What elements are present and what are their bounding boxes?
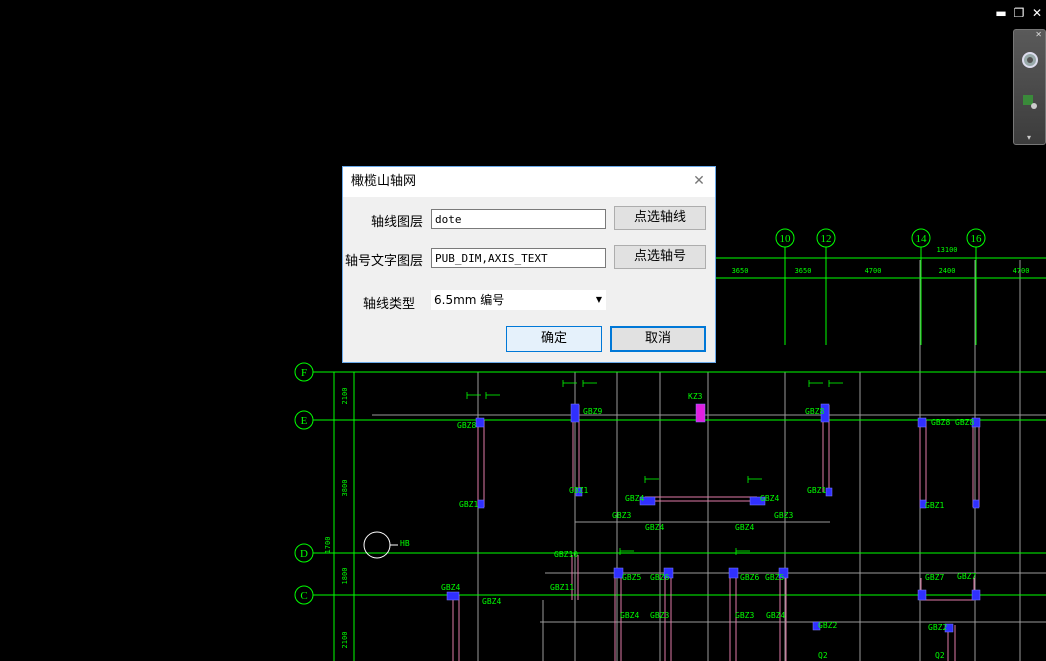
axis-number: 12	[821, 233, 832, 245]
dimension-text: 3650	[795, 267, 812, 275]
axis-type-value: 6.5mm 编号	[434, 293, 505, 307]
column-tag: GBZ4	[620, 611, 639, 620]
dimension-text: 2400	[939, 267, 956, 275]
axis-letter: E	[301, 415, 308, 427]
axis-type-select[interactable]: 6.5mm 编号 ▼	[431, 290, 606, 310]
column-block	[728, 567, 739, 579]
navbar-close-icon[interactable]: ✕	[1035, 30, 1042, 39]
dimension-text: 3650	[732, 267, 749, 275]
column-tag: GBZ3	[735, 611, 754, 620]
restore-icon[interactable]: ❐	[1012, 6, 1026, 20]
axis-number: 14	[916, 233, 928, 245]
column-tag: GBZ10	[554, 550, 578, 559]
column-tag: GBZ4	[760, 494, 779, 503]
axis-number: 16	[971, 233, 983, 245]
minimize-icon[interactable]: ▬	[994, 6, 1008, 20]
cancel-button[interactable]: 取消	[610, 326, 706, 352]
axis-letter: F	[301, 367, 307, 379]
column-block	[917, 417, 927, 428]
column-tag: GBZ1	[807, 486, 826, 495]
axis-layer-label: 轴线图层	[370, 215, 423, 230]
column-tag: GBZ1	[569, 486, 588, 495]
column-block	[825, 487, 833, 497]
column-tag: GBZ8	[955, 418, 974, 427]
column-block	[971, 589, 981, 601]
column-tag: Q2	[935, 651, 945, 660]
pan-icon[interactable]	[1020, 92, 1040, 112]
column-block	[972, 499, 980, 509]
marker-label: HB	[400, 539, 410, 548]
navbar-menu-icon[interactable]: ▾	[1027, 133, 1031, 142]
close-icon[interactable]: ✕	[1030, 6, 1044, 20]
column-block	[477, 499, 485, 509]
axis-letter: C	[300, 590, 307, 602]
column-tag: GBZ1	[925, 501, 944, 510]
column-block	[446, 591, 460, 601]
pick-number-button[interactable]: 点选轴号	[614, 245, 706, 269]
column-block	[695, 403, 706, 423]
column-tag: GBZ5	[765, 573, 784, 582]
column-tag: GBZ5	[622, 573, 641, 582]
dialog-title-bar[interactable]: 橄榄山轴网	[343, 167, 715, 197]
column-block	[917, 589, 927, 601]
text-layer-input[interactable]: PUB_DIM,AXIS_TEXT	[431, 248, 606, 268]
column-tag: GBZ6	[740, 573, 759, 582]
column-block	[570, 403, 580, 423]
dimension-text: 4700	[1013, 267, 1030, 275]
column-tag: GBZ2	[818, 621, 837, 630]
column-tag: GBZ4	[482, 597, 501, 606]
dimension-text: 2100	[341, 632, 349, 649]
column-tag: GBZ2	[928, 623, 947, 632]
chevron-down-icon[interactable]: ▼	[596, 290, 602, 310]
column-tag: GBZ9	[583, 407, 602, 416]
text-layer-label: 轴号文字图层	[344, 254, 423, 269]
column-tag: GBZ4	[645, 523, 664, 532]
axis-number: 10	[780, 233, 792, 245]
column-tag: Q2	[818, 651, 828, 660]
column-tag: GBZ11	[550, 583, 574, 592]
axis-layer-input[interactable]: dote	[431, 209, 606, 229]
dimension-text: 4700	[865, 267, 882, 275]
dimension-text: 1700	[324, 537, 332, 554]
dimension-text: 13100	[936, 246, 957, 254]
dimension-text: 2100	[341, 388, 349, 405]
column-tag: GBZ4	[625, 494, 644, 503]
dimension-text: 3800	[341, 480, 349, 497]
column-tag: GBZ3	[774, 511, 793, 520]
dialog-title: 橄榄山轴网	[351, 174, 417, 189]
column-tag: GBZ6	[650, 573, 669, 582]
column-tag: GBZ3	[612, 511, 631, 520]
dialog-close-icon[interactable]: ✕	[691, 173, 707, 189]
pick-axis-button[interactable]: 点选轴线	[614, 206, 706, 230]
column-tag: KZ3	[688, 392, 703, 401]
steering-wheel-icon[interactable]	[1020, 50, 1040, 70]
axis-grid-dialog: 橄榄山轴网 ✕ 轴线图层 dote 点选轴线 轴号文字图层 PUB_DIM,AX…	[342, 166, 716, 363]
column-tag: GBZ8	[457, 421, 476, 430]
navigation-bar: ✕ ▾	[1013, 29, 1046, 145]
dimension-text: 1800	[341, 568, 349, 585]
axis-letter: D	[300, 548, 308, 560]
column-tag: GBZ1	[459, 500, 478, 509]
column-tag: GBZ7	[925, 573, 944, 582]
column-tag: GBZ8	[931, 418, 950, 427]
column-tag: GBZ3	[650, 611, 669, 620]
column-tag: GBZ4	[735, 523, 754, 532]
column-block	[475, 417, 485, 428]
axis-type-label: 轴线类型	[362, 297, 415, 312]
ok-button[interactable]: 确定	[506, 326, 602, 352]
column-tag: GBZ8	[805, 407, 824, 416]
column-tag: GBZ4	[766, 611, 785, 620]
section-marker	[363, 531, 391, 559]
column-tag: GBZ4	[441, 583, 460, 592]
column-tag: GBZ7	[957, 572, 976, 581]
